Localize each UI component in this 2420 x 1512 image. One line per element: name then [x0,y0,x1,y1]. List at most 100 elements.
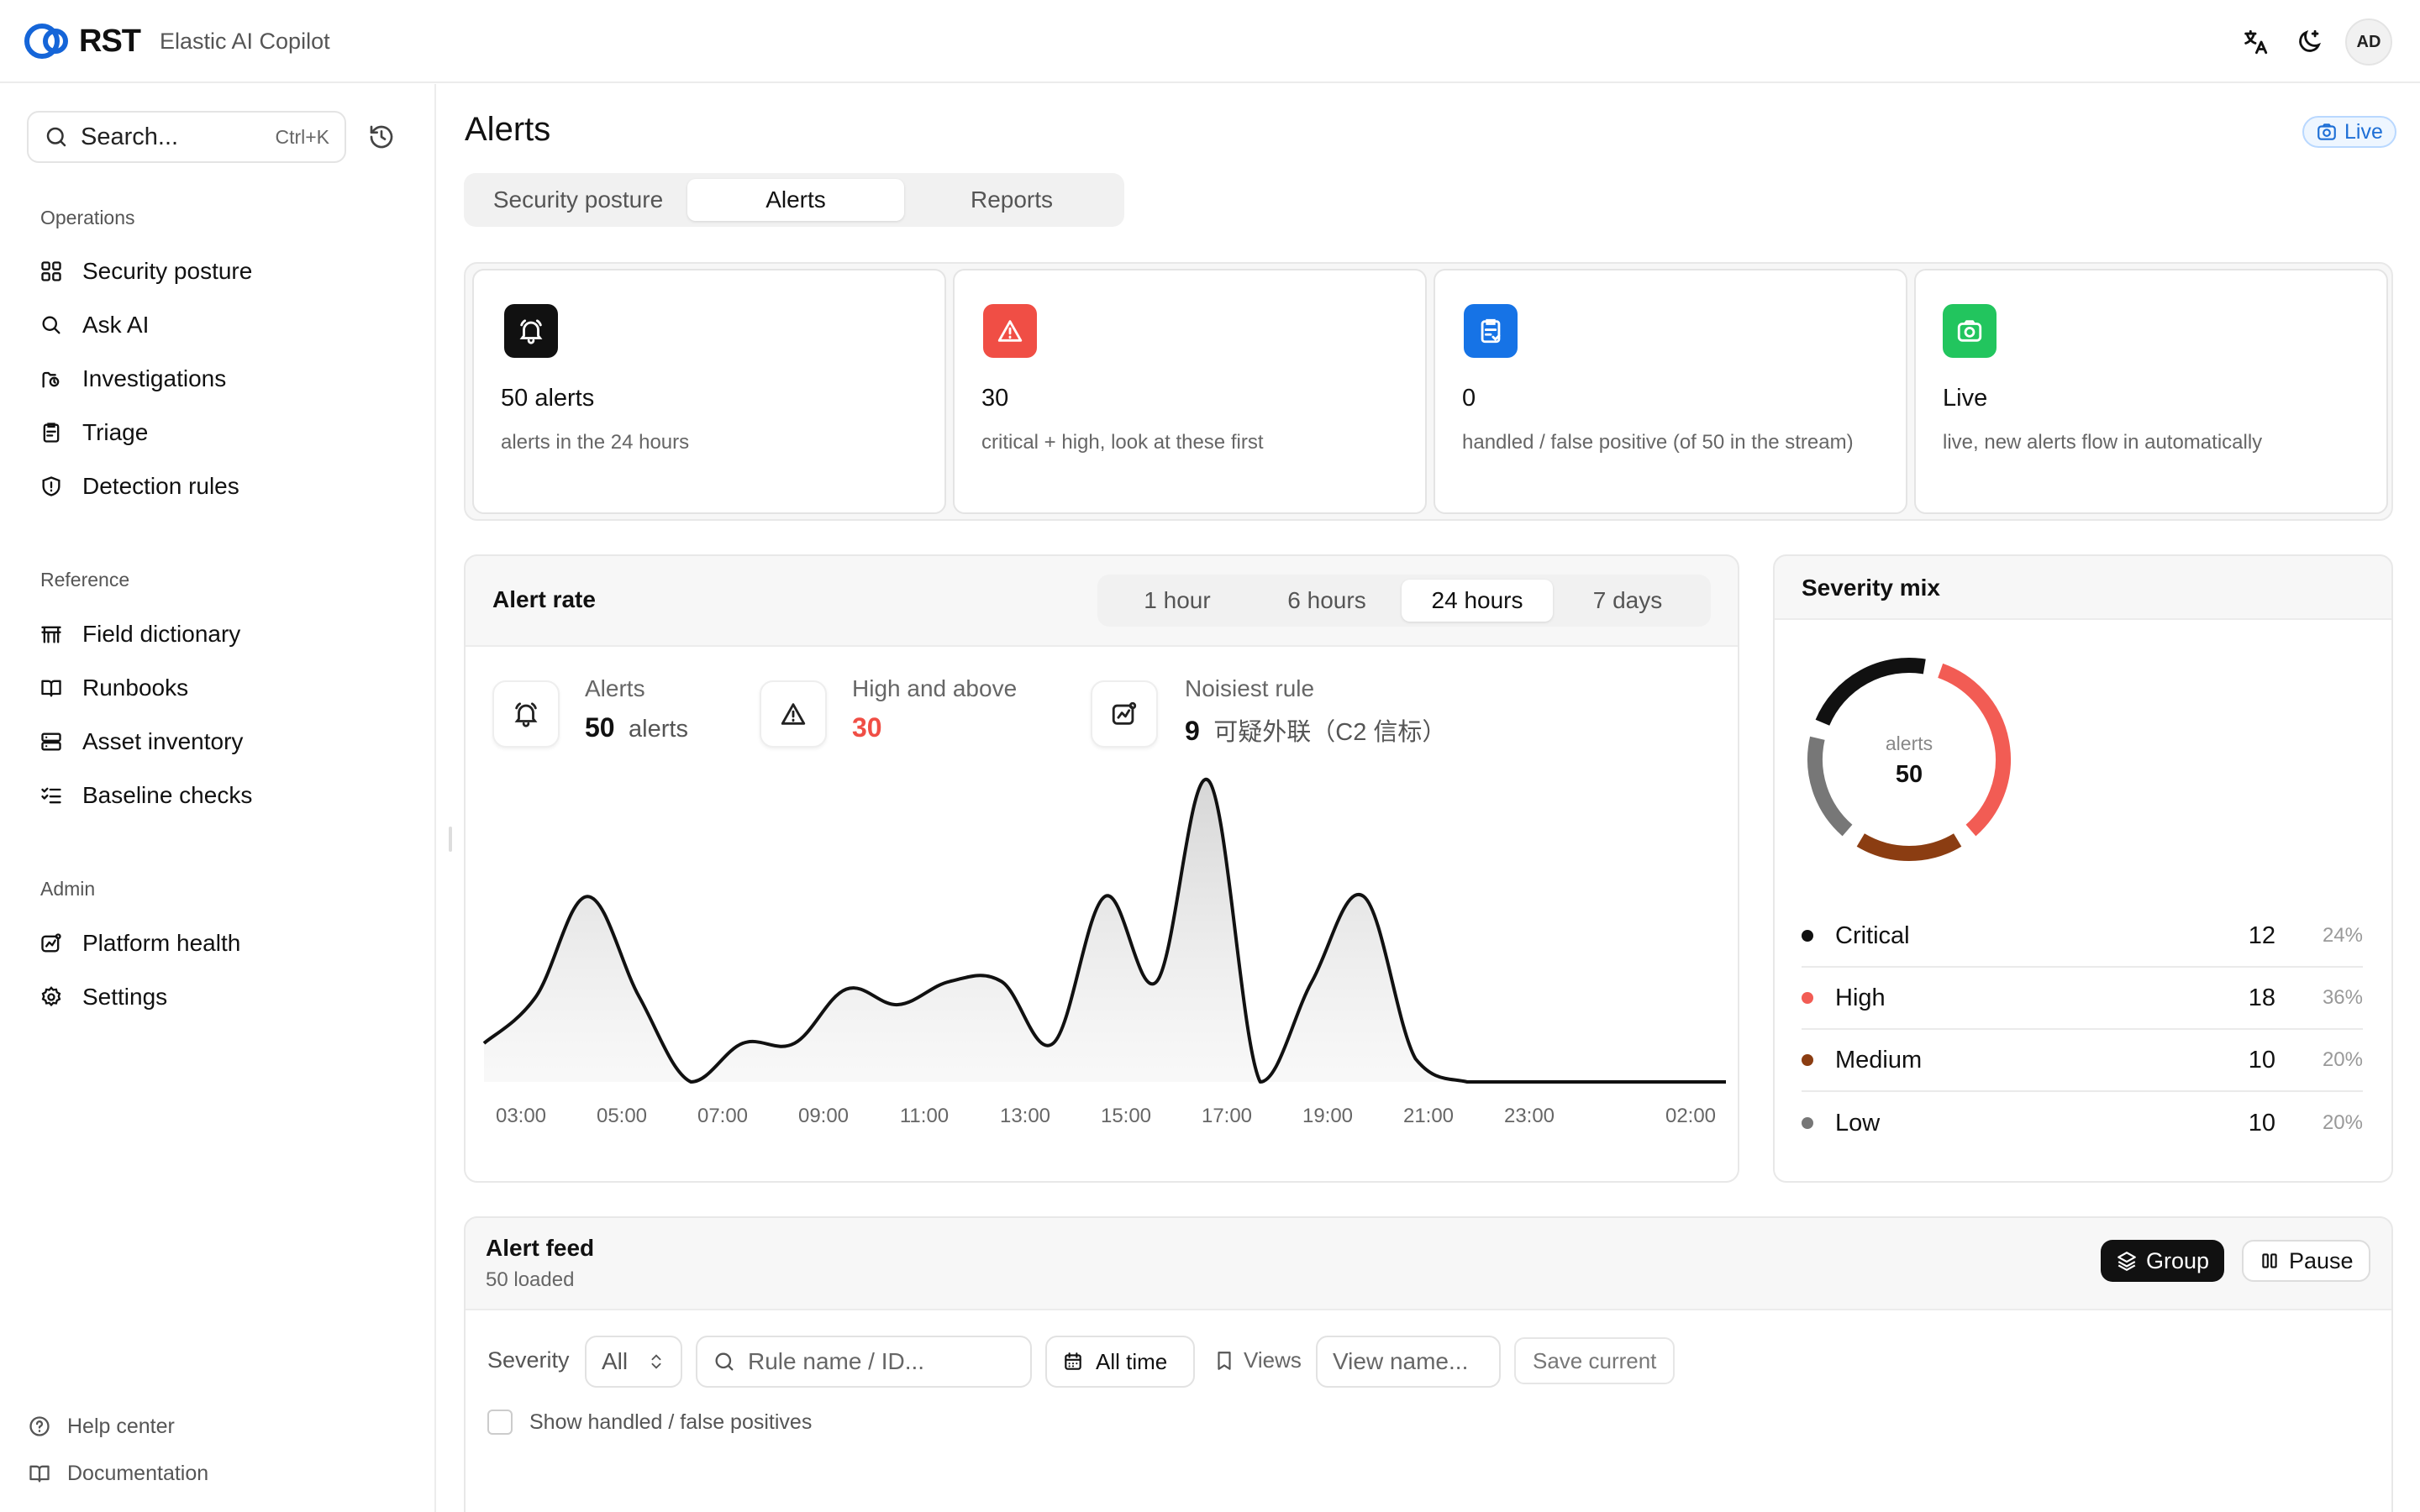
chart-point[interactable] [1355,888,1372,905]
kpi-value: 50 [585,712,615,743]
tab-security-posture[interactable]: Security posture [469,179,687,221]
avatar[interactable]: AD [2345,18,2392,66]
pause-button[interactable]: Pause [2242,1240,2370,1282]
legend-row-critical[interactable]: Critical 12 24% [1802,906,2363,968]
legend-row-low[interactable]: Low 10 20% [1802,1092,2363,1154]
range-1-hour[interactable]: 1 hour [1102,580,1252,622]
sidebar-documentation[interactable]: Documentation [27,1453,208,1494]
sidebar-item-baseline-checks[interactable]: Baseline checks [39,772,408,819]
tab-alerts[interactable]: Alerts [687,179,904,221]
chart-point[interactable] [1200,772,1217,789]
sidebar-item-settings[interactable]: Settings [39,974,408,1021]
chart-point[interactable] [1614,1074,1631,1090]
live-status-badge[interactable]: Live [2302,116,2396,148]
chart-point[interactable] [890,996,907,1013]
sidebar-help-center[interactable]: Help center [27,1406,208,1446]
panel-title: Severity mix [1802,575,1940,601]
chart-point[interactable] [838,981,855,998]
range-6-hours[interactable]: 6 hours [1252,580,1402,622]
severity-select[interactable]: All [585,1336,682,1388]
panel-title: Alert rate [492,586,596,612]
rule-search-input[interactable]: Rule name / ID... [696,1336,1032,1388]
search-input[interactable]: Search... Ctrl+K [27,111,346,163]
legend-row-high[interactable]: High 18 36% [1802,968,2363,1030]
checklist-icon [39,783,64,808]
chart-point[interactable] [682,1074,699,1090]
chart-point[interactable] [1718,1074,1734,1090]
sidebar-item-runbooks[interactable]: Runbooks [39,664,408,711]
donut-slice-medium[interactable] [1856,833,1962,861]
stat-card-handled[interactable]: 0 handled / false positive (of 50 in the… [1434,269,1907,514]
sidebar-item-field-dictionary[interactable]: Field dictionary [39,611,408,658]
sidebar-item-platform-health[interactable]: Platform health [39,920,408,967]
stat-desc: alerts in the 24 hours [501,431,690,454]
chart-point[interactable] [1252,1074,1269,1090]
x-tick-label: 07:00 [697,1105,748,1127]
help-icon [27,1414,52,1439]
sidebar-item-security-posture[interactable]: Security posture [39,248,408,295]
group-button[interactable]: Group [2101,1240,2225,1282]
x-tick-label: 23:00 [1504,1105,1555,1127]
show-handled-checkbox[interactable] [487,1410,513,1435]
sidebar-resize-handle[interactable] [449,827,452,852]
chart-point[interactable] [631,989,648,1005]
sidebar-item-label: Security posture [82,258,253,284]
chart-point[interactable] [1511,1074,1528,1090]
range-7-days[interactable]: 7 days [1553,580,1702,622]
x-tick-label: 13:00 [1000,1105,1050,1127]
stat-card-critical-high[interactable]: 30 critical + high, look at these first [953,269,1427,514]
alert-feed-panel: Alert feed 50 loaded Group Pause Severit… [464,1216,2393,1512]
chevron-updown-icon [647,1352,666,1371]
donut-center-value: 50 [1895,761,1923,788]
moon-icon[interactable] [2286,18,2333,66]
sidebar-item-investigations[interactable]: Investigations [39,355,408,402]
stat-card-alerts[interactable]: 50 alerts alerts in the 24 hours [472,269,946,514]
chart-point[interactable] [734,1035,751,1052]
sidebar-item-label: Platform health [82,930,241,956]
app-subtitle: Elastic AI Copilot [160,29,330,54]
stat-title: 50 alerts [501,385,595,412]
show-handled-toggle[interactable]: Show handled / false positives [487,1410,812,1435]
view-name-input[interactable]: View name... [1316,1336,1501,1388]
donut-slice-critical[interactable] [1815,658,1926,726]
severity-mix-panel: Severity mix alerts 50 Critical 12 24% High… [1773,554,2393,1183]
chart-point[interactable] [579,888,596,905]
chart-point[interactable] [1149,973,1165,990]
chart-point[interactable] [528,989,544,1005]
feed-subtitle: 50 loaded [486,1268,575,1291]
chart-point[interactable] [1665,1074,1682,1090]
translate-icon[interactable] [2232,18,2279,66]
legend-count: 10 [2248,1046,2275,1074]
stat-card-live[interactable]: Live live, new alerts flow in automatica… [1914,269,2388,514]
time-filter-button[interactable]: All time [1045,1336,1195,1388]
sidebar-item-asset-inventory[interactable]: Asset inventory [39,718,408,765]
legend-count: 12 [2248,921,2275,949]
legend-percent: 24% [2322,924,2363,947]
range-24-hours[interactable]: 24 hours [1402,580,1553,622]
calendar-icon [1062,1351,1084,1373]
chart-point[interactable] [1459,1074,1476,1090]
history-icon[interactable] [358,113,405,160]
save-current-button[interactable]: Save current [1514,1337,1676,1384]
legend-row-medium[interactable]: Medium 10 20% [1802,1030,2363,1092]
chart-point[interactable] [476,1035,492,1052]
legend-name: Medium [1835,1046,1923,1074]
chart-point[interactable] [941,973,958,990]
sidebar-item-detection-rules[interactable]: Detection rules [39,463,408,510]
sidebar-item-label: Baseline checks [82,782,253,808]
chart-point[interactable] [993,973,1010,990]
sidebar-item-ask-ai[interactable]: Ask AI [39,302,408,349]
tab-reports[interactable]: Reports [904,179,1119,221]
chart-point[interactable] [1562,1074,1579,1090]
chart-point[interactable] [1097,888,1113,905]
search-icon [44,124,69,150]
sidebar: Search... Ctrl+K Operations Security pos… [0,84,436,1512]
chart-point[interactable] [786,1035,803,1052]
views-button[interactable]: Views [1213,1347,1302,1373]
chart-point[interactable] [1303,973,1320,990]
sidebar-item-triage[interactable]: Triage [39,409,408,456]
x-tick-label: 21:00 [1403,1105,1454,1127]
legend-count: 18 [2248,984,2275,1011]
chart-point[interactable] [1044,1035,1061,1052]
chart-point[interactable] [1407,1050,1424,1067]
